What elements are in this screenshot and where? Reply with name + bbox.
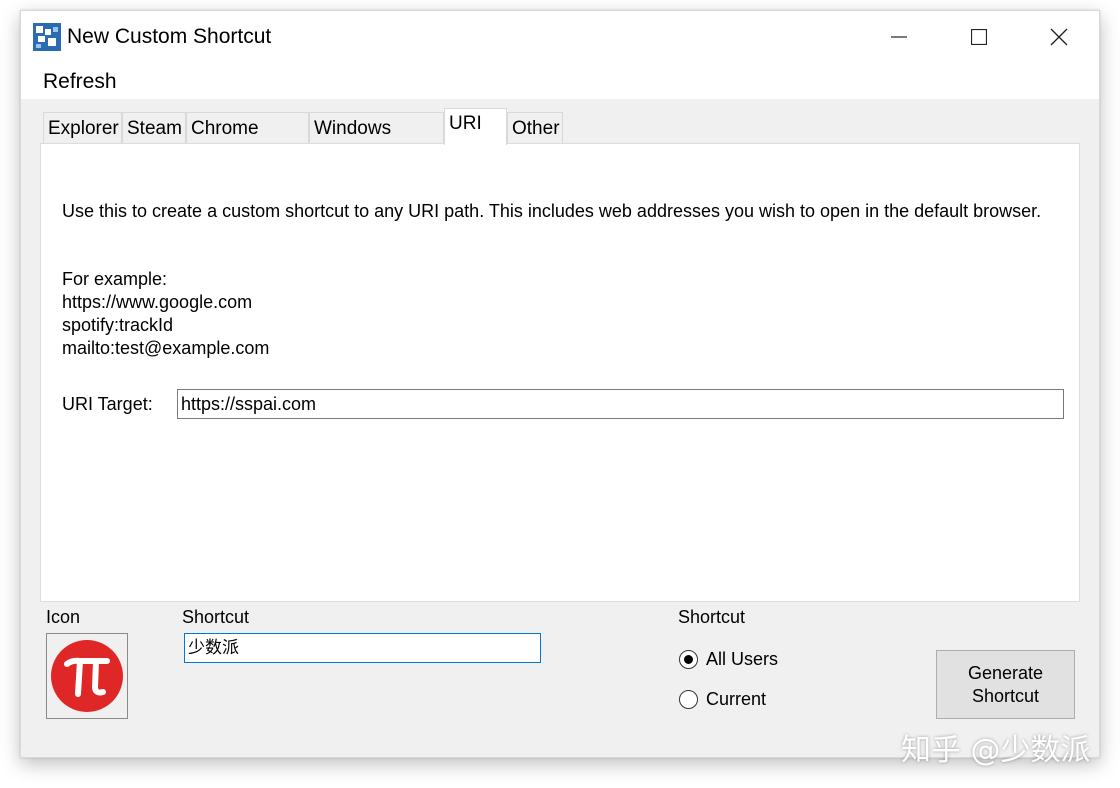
- radio-all-users-indicator[interactable]: [679, 650, 698, 669]
- uri-target-input[interactable]: https://sspai.com: [177, 389, 1064, 419]
- radio-all-users[interactable]: All Users: [679, 648, 778, 671]
- minimize-button[interactable]: [879, 21, 919, 53]
- close-icon: [1050, 28, 1068, 46]
- shortcut-scope-label: Shortcut: [678, 607, 746, 627]
- tab-windows-store[interactable]: Windows Store: [309, 112, 444, 171]
- icon-picker[interactable]: [46, 633, 128, 719]
- maximize-icon: [971, 29, 987, 45]
- uri-target-label: URI Target:: [62, 394, 153, 414]
- shortcut-name-input[interactable]: 少数派: [184, 633, 541, 663]
- uri-description: Use this to create a custom shortcut to …: [62, 201, 1042, 221]
- app-icon: [33, 23, 61, 51]
- menu-bar: Refresh: [21, 63, 1099, 99]
- radio-current-label: Current: [706, 689, 767, 709]
- tab-other[interactable]: Other: [507, 112, 563, 144]
- minimize-icon: [891, 36, 907, 38]
- radio-current[interactable]: Current: [679, 688, 766, 711]
- tab-chrome-apps[interactable]: Chrome Apps: [186, 112, 309, 171]
- tab-uri[interactable]: URI: [444, 108, 507, 145]
- icon-label: Icon: [46, 607, 81, 627]
- new-custom-shortcut-window: New Custom Shortcut Refresh Explorer Ste…: [20, 10, 1100, 768]
- tab-explorer[interactable]: Explorer: [43, 112, 122, 144]
- menu-refresh[interactable]: Refresh: [43, 68, 117, 96]
- example-web: https://www.google.com: [62, 292, 253, 312]
- example-spotify: spotify:trackId: [62, 315, 174, 335]
- pi-icon: [51, 640, 123, 712]
- maximize-button[interactable]: [959, 21, 999, 53]
- title-bar: New Custom Shortcut: [21, 11, 1099, 63]
- example-mailto: mailto:test@example.com: [62, 338, 270, 358]
- window-title: New Custom Shortcut: [67, 25, 272, 48]
- uri-tab-panel: Use this to create a custom shortcut to …: [40, 143, 1080, 602]
- radio-current-indicator[interactable]: [679, 690, 698, 709]
- tab-steam[interactable]: Steam: [122, 112, 186, 144]
- generate-shortcut-button[interactable]: Generate Shortcut: [936, 650, 1075, 719]
- radio-all-users-label: All Users: [706, 649, 779, 669]
- shortcut-name-label: Shortcut: [182, 607, 250, 627]
- close-button[interactable]: [1039, 21, 1079, 53]
- example-heading: For example:: [62, 269, 168, 289]
- watermark: 知乎 @少数派: [901, 733, 1091, 768]
